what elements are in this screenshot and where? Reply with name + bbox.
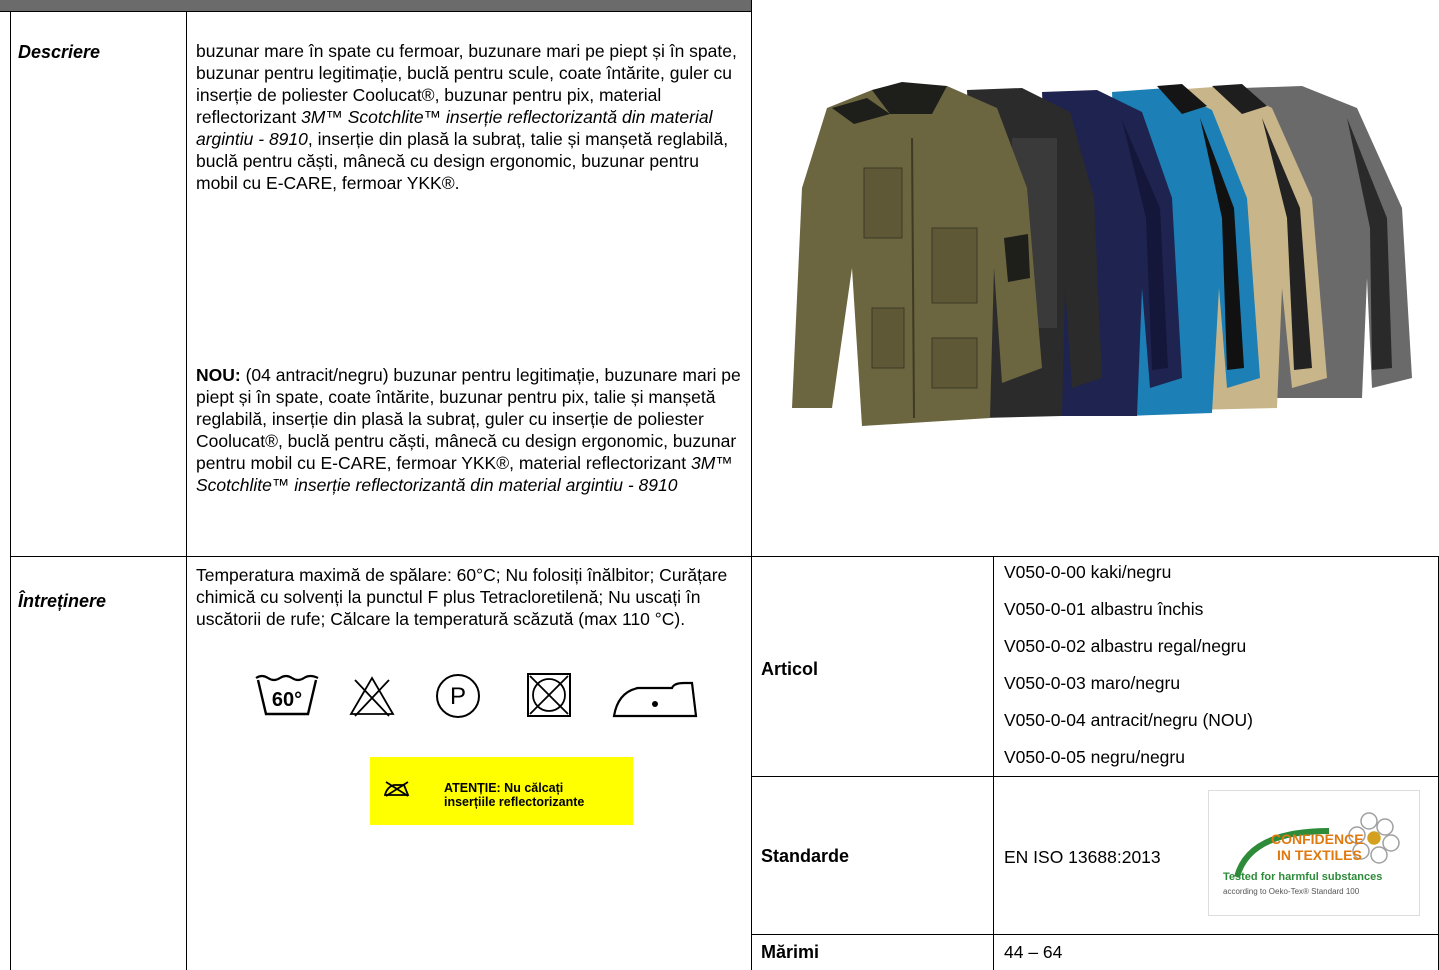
- standards-value: EN ISO 13688:2013: [1004, 847, 1161, 867]
- logo-line2: IN TEXTILES: [1277, 847, 1362, 863]
- logo-line3: Tested for harmful substances: [1223, 871, 1383, 883]
- header-bar: [0, 0, 752, 12]
- description-new-text: NOU: (04 antracit/negru) buzunar pentru …: [196, 364, 744, 496]
- care-text: Temperatura maximă de spălare: 60°C; Nu …: [196, 565, 728, 629]
- iron-low-icon: [612, 680, 698, 718]
- list-item: V050-0-03 maro/negru: [1004, 673, 1181, 693]
- no-iron-icon: [383, 781, 410, 802]
- logo-line4: according to Oeko-Tex® Standard 100: [1223, 887, 1360, 896]
- dry-clean-p-icon: P: [434, 672, 482, 720]
- warning-text: ATENȚIE: Nu călcați inserțiile reflector…: [444, 781, 585, 809]
- table-border: [993, 557, 994, 970]
- list-item: V050-0-01 albastru închis: [1004, 599, 1204, 619]
- no-tumble-dry-icon: [526, 672, 572, 718]
- warning-box: ATENȚIE: Nu călcați inserțiile reflector…: [370, 757, 633, 825]
- article-list: V050-0-00 kaki/negru V050-0-01 albastru …: [1004, 561, 1253, 783]
- product-image: [772, 78, 1422, 428]
- description-label: Descriere: [18, 42, 101, 62]
- sizes-value: 44 – 64: [1004, 942, 1063, 962]
- logo-line1: CONFIDENCE: [1271, 831, 1364, 847]
- sizes-label: Mărimi: [761, 942, 820, 962]
- wash-temp: 60°: [272, 689, 302, 711]
- table-border: [751, 0, 752, 970]
- list-item: V050-0-00 kaki/negru: [1004, 562, 1172, 582]
- care-label: Întreținere: [18, 591, 107, 611]
- description-text: buzunar mare în spate cu fermoar, buzuna…: [196, 40, 744, 194]
- table-border: [751, 934, 1439, 935]
- dryclean-letter: P: [450, 683, 466, 710]
- oeko-tex-logo: CONFIDENCE IN TEXTILES Tested for harmfu…: [1208, 790, 1420, 916]
- table-border: [10, 556, 1439, 557]
- wash-60-icon: 60°: [254, 672, 320, 718]
- table-border: [186, 12, 187, 970]
- list-item: V050-0-04 antracit/negru (NOU): [1004, 710, 1253, 730]
- new-text: (04 antracit/negru) buzunar pentru legit…: [196, 365, 741, 473]
- new-label: NOU:: [196, 365, 241, 385]
- list-item: V050-0-05 negru/negru: [1004, 747, 1185, 767]
- list-item: V050-0-02 albastru regal/negru: [1004, 636, 1247, 656]
- article-label: Articol: [761, 659, 819, 679]
- standards-label: Standarde: [761, 846, 850, 866]
- table-border: [10, 12, 11, 970]
- no-bleach-icon: [347, 674, 397, 718]
